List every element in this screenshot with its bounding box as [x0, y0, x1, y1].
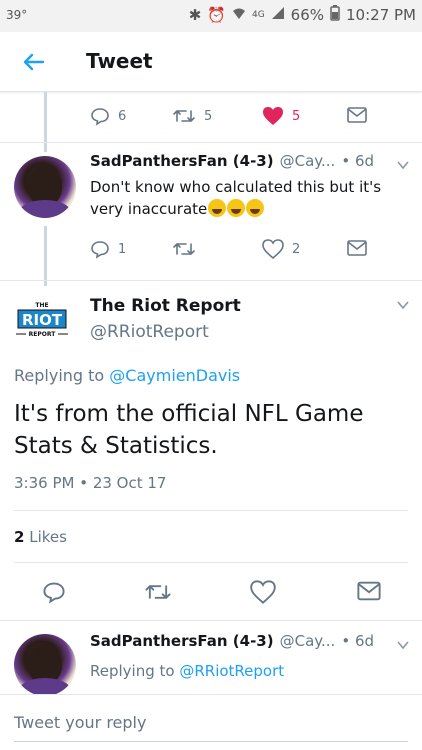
- divider: [0, 142, 422, 143]
- retweet-icon: [173, 243, 195, 255]
- retweet-count: 5: [204, 108, 213, 124]
- likes-count: 2: [14, 528, 25, 546]
- display-name[interactable]: The Riot Report: [90, 296, 241, 316]
- replying-to: Replying to @RRiotReport: [90, 662, 285, 680]
- avatar[interactable]: [14, 634, 76, 696]
- reply-button[interactable]: 1: [90, 239, 126, 259]
- svg-text:THE: THE: [35, 302, 48, 309]
- divider: [14, 510, 408, 511]
- svg-text:RIOT: RIOT: [22, 311, 63, 329]
- reply-count: 1: [118, 241, 127, 257]
- like-button[interactable]: 5: [262, 106, 300, 126]
- retweet-icon: [173, 110, 195, 122]
- reply1-actions: 1 2: [0, 237, 422, 267]
- status-icons: ✱ ⏰ 4G 66% 10:27 PM: [189, 5, 416, 25]
- share-button[interactable]: [346, 106, 368, 124]
- chevron-down-icon[interactable]: [396, 298, 410, 312]
- temperature: 39°: [6, 8, 28, 22]
- mail-icon: [357, 581, 381, 601]
- user-handle[interactable]: @Cay...: [280, 152, 336, 170]
- mention-link[interactable]: @RRiotReport: [179, 662, 284, 680]
- likes-label: Likes: [29, 528, 67, 546]
- user-handle[interactable]: @RRiotReport: [90, 322, 209, 342]
- chevron-down-icon[interactable]: [396, 158, 410, 172]
- wifi-icon: [232, 6, 246, 24]
- reply2-header: SadPanthersFan (4-3) @Cay... • 6d: [90, 632, 374, 650]
- timestamp: • 6d: [341, 152, 375, 170]
- signal-icon: [271, 6, 285, 24]
- svg-text:REPORT: REPORT: [29, 331, 57, 338]
- likes-summary[interactable]: 2 Likes: [14, 528, 67, 546]
- retweet-button[interactable]: [144, 580, 172, 604]
- divider: [0, 280, 422, 281]
- page-title: Tweet: [86, 49, 153, 73]
- reply-icon: [91, 108, 109, 126]
- display-name[interactable]: SadPanthersFan (4-3): [90, 632, 274, 650]
- laughing-emoji-icon: [246, 199, 265, 217]
- reply-input[interactable]: Tweet your reply: [14, 713, 146, 732]
- bluetooth-icon: ✱: [188, 6, 202, 24]
- like-count: 5: [292, 108, 301, 124]
- main-tweet-actions: [0, 578, 422, 608]
- reply-composer[interactable]: Tweet your reply: [0, 694, 422, 750]
- back-arrow-icon[interactable]: [22, 50, 46, 74]
- reply-icon: [91, 241, 109, 259]
- share-button[interactable]: [356, 580, 382, 602]
- chevron-down-icon[interactable]: [396, 638, 410, 652]
- mention-link[interactable]: @CaymienDavis: [109, 366, 240, 385]
- mail-icon: [347, 107, 367, 123]
- battery-percent: 66%: [290, 6, 325, 24]
- heart-icon: [250, 580, 276, 604]
- avatar[interactable]: [14, 156, 76, 218]
- retweet-button[interactable]: 5: [172, 106, 212, 126]
- heart-icon: [262, 239, 284, 259]
- network-label: 4G: [251, 10, 265, 20]
- mail-icon: [347, 240, 367, 256]
- like-button[interactable]: 2: [262, 239, 300, 259]
- battery-icon: [330, 5, 340, 25]
- heart-filled-icon: [263, 107, 283, 125]
- tweet-timestamp: 3:36 PM • 23 Oct 17: [14, 474, 167, 492]
- reply-icon: [43, 582, 65, 604]
- clock: 10:27 PM: [346, 6, 416, 24]
- laughing-emoji-icon: [208, 199, 227, 217]
- retweet-icon: [145, 585, 171, 599]
- like-button[interactable]: [250, 580, 276, 604]
- like-count: 2: [292, 241, 301, 257]
- reply-button[interactable]: 6: [90, 106, 126, 126]
- status-bar: 39° ✱ ⏰ 4G 66% 10:27 PM: [0, 0, 422, 32]
- reply1-header: SadPanthersFan (4-3) @Cay... • 6d: [90, 152, 374, 170]
- tweet-text: Don't know who calculated this but it's …: [90, 178, 382, 218]
- timestamp: • 6d: [341, 632, 375, 650]
- riot-report-logo[interactable]: THE RIOT REPORT: [14, 298, 70, 342]
- parent-tweet-actions: 6 5 5: [0, 104, 422, 134]
- tweet-text: It's from the official NFL Game Stats & …: [14, 401, 364, 459]
- alarm-icon: ⏰: [207, 6, 226, 24]
- input-underline: [14, 741, 408, 742]
- reply-count: 6: [118, 108, 127, 124]
- divider: [0, 620, 422, 621]
- divider: [14, 562, 408, 563]
- replying-to: Replying to @CaymienDavis: [14, 366, 241, 385]
- display-name[interactable]: SadPanthersFan (4-3): [90, 152, 274, 170]
- laughing-emoji-icon: [227, 199, 246, 217]
- share-button[interactable]: [346, 239, 368, 257]
- retweet-button[interactable]: [172, 239, 196, 259]
- reply-button[interactable]: [42, 580, 66, 604]
- user-handle[interactable]: @Cay...: [280, 632, 336, 650]
- app-bar: Tweet: [0, 32, 422, 92]
